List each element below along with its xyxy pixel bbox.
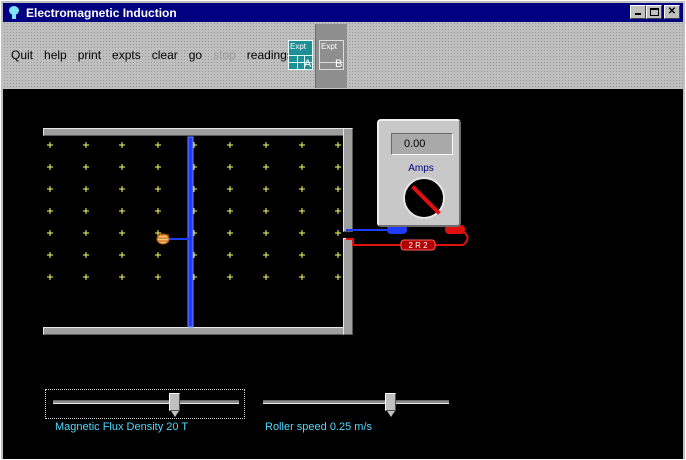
title-bar: Electromagnetic Induction ✕ bbox=[3, 3, 683, 22]
menu-expts[interactable]: expts bbox=[112, 48, 141, 62]
roller-speed-slider[interactable] bbox=[263, 393, 449, 417]
flux-slider-track bbox=[53, 400, 239, 404]
experiment-b-title: Expt bbox=[321, 42, 338, 51]
experiment-a-title: Expt bbox=[290, 42, 307, 51]
speed-slider-track bbox=[263, 400, 449, 404]
menu-clear[interactable]: clear bbox=[152, 48, 178, 62]
resistor-label: 2 R 2 bbox=[408, 241, 428, 250]
experiment-a-icon: Expt A bbox=[288, 40, 313, 70]
experiment-b-icon: Expt B bbox=[319, 40, 344, 70]
flux-density-label: Magnetic Flux Density 20 T bbox=[55, 421, 189, 433]
toolbar: Quit help print expts clear go stop read… bbox=[3, 22, 683, 89]
red-wire bbox=[346, 238, 403, 246]
flux-density-slider[interactable] bbox=[53, 393, 239, 417]
experiment-b-button[interactable]: Expt B bbox=[315, 24, 347, 88]
menu-print[interactable]: print bbox=[78, 48, 101, 62]
ammeter-unit-label: Amps bbox=[408, 163, 434, 174]
window-controls: ✕ bbox=[630, 5, 680, 19]
maximize-icon bbox=[650, 8, 659, 16]
hand-icon[interactable] bbox=[156, 233, 170, 245]
app-window: Electromagnetic Induction ✕ Quit help pr… bbox=[0, 0, 686, 460]
flux-slider-thumb[interactable] bbox=[169, 393, 180, 417]
roller-speed-label: Roller speed 0.25 m/s bbox=[265, 421, 372, 433]
menu-quit[interactable]: Quit bbox=[11, 48, 33, 62]
experiment-b-label: B bbox=[335, 58, 343, 70]
close-icon: ✕ bbox=[667, 6, 677, 17]
menu-help[interactable]: help bbox=[44, 48, 67, 62]
experiment-a-label: A bbox=[304, 58, 312, 70]
speed-slider-thumb[interactable] bbox=[385, 393, 396, 417]
ammeter: 0.00 Amps bbox=[377, 119, 461, 227]
ammeter-dial-icon bbox=[403, 177, 445, 219]
menu-bar: Quit help print expts clear go stop read… bbox=[11, 48, 304, 62]
dial-pointer bbox=[411, 185, 441, 215]
window-title: Electromagnetic Induction bbox=[26, 5, 177, 20]
menu-go[interactable]: go bbox=[189, 48, 202, 62]
menu-stop: stop bbox=[213, 48, 236, 62]
lightbulb-icon bbox=[6, 5, 22, 20]
roller-rod[interactable] bbox=[187, 136, 194, 328]
close-button[interactable]: ✕ bbox=[664, 5, 680, 19]
simulation-area: 2 R 2 0.00 Amps Magnetic Flux Density 20… bbox=[3, 89, 683, 459]
maximize-button[interactable] bbox=[646, 5, 662, 19]
minimize-icon bbox=[635, 13, 641, 15]
minimize-button[interactable] bbox=[630, 5, 646, 19]
ammeter-display: 0.00 bbox=[391, 133, 453, 155]
experiment-a-button[interactable]: Expt A bbox=[285, 24, 317, 88]
ammeter-reading: 0.00 bbox=[404, 138, 426, 150]
